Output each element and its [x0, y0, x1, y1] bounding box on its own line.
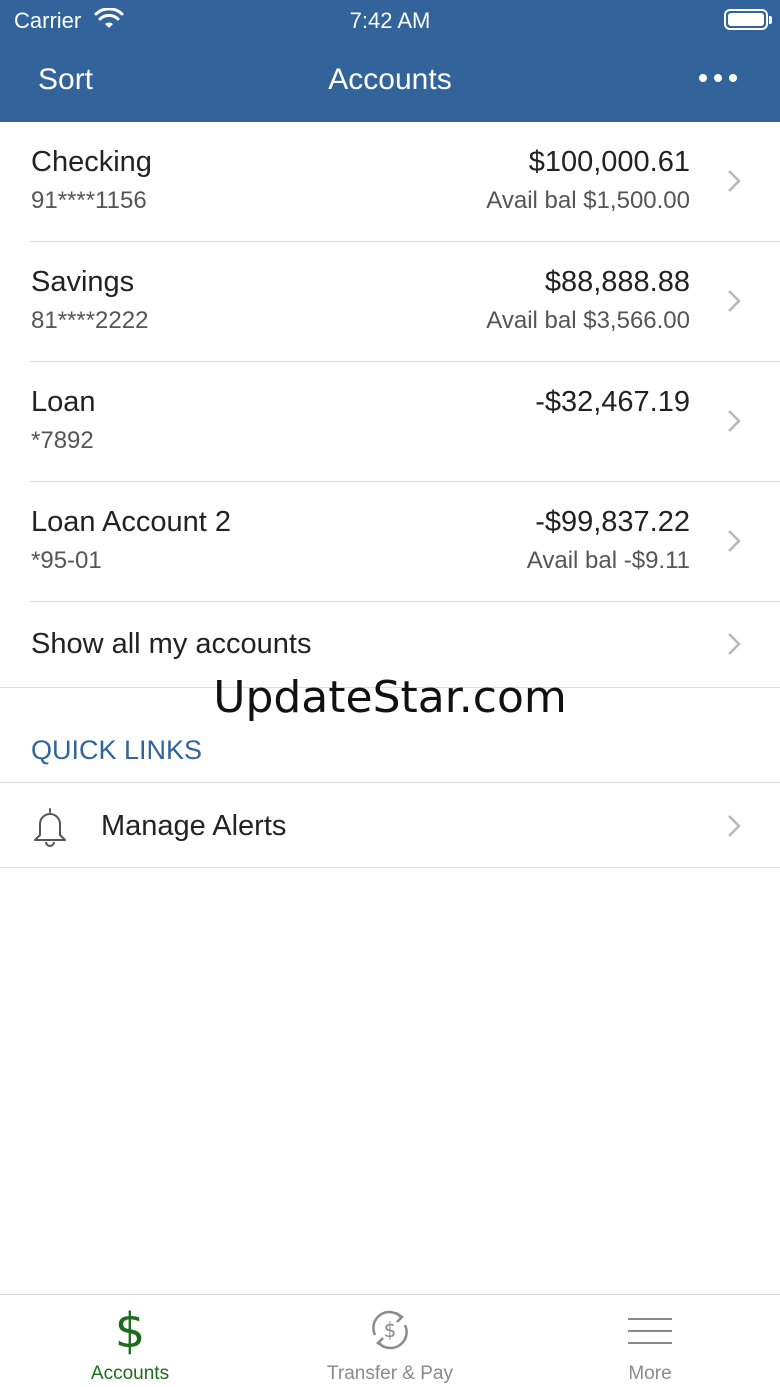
- chevron-right-icon: [726, 814, 742, 838]
- account-name: Loan: [31, 386, 96, 418]
- account-row-loan-account-2[interactable]: Loan Account 2 *95-01 -$99,837.22 Avail …: [0, 482, 780, 602]
- status-time: 7:42 AM: [349, 8, 431, 33]
- account-number: *7892: [31, 427, 94, 454]
- svg-text:$: $: [115, 1305, 146, 1355]
- chevron-right-icon: [726, 409, 742, 433]
- hamburger-icon: [625, 1305, 675, 1355]
- bell-icon: [28, 805, 72, 849]
- account-available-balance: Avail bal $1,500.00: [486, 187, 690, 214]
- chevron-right-icon: [726, 289, 742, 313]
- status-bar: Carrier 7:42 AM: [0, 0, 780, 40]
- account-number: 91****1156: [31, 187, 147, 214]
- tab-more[interactable]: More: [520, 1295, 780, 1387]
- app-header: Carrier 7:42 AM Sort Accounts: [0, 0, 780, 122]
- account-balance: -$99,837.22: [535, 506, 690, 538]
- account-row-loan[interactable]: Loan *7892 -$32,467.19: [0, 362, 780, 482]
- account-available-balance: Avail bal $3,566.00: [486, 307, 690, 334]
- account-balance: $100,000.61: [528, 146, 690, 178]
- account-balance: $88,888.88: [544, 266, 690, 298]
- account-row-checking[interactable]: Checking 91****1156 $100,000.61 Avail ba…: [0, 122, 780, 242]
- account-number: 81****2222: [31, 307, 149, 334]
- account-available-balance: Avail bal -$9.11: [526, 547, 690, 574]
- tab-bar: $ Accounts $ Transfer & Pay More: [0, 1294, 780, 1387]
- tab-transfer-pay[interactable]: $ Transfer & Pay: [260, 1295, 520, 1387]
- chevron-right-icon: [726, 169, 742, 193]
- quick-link-manage-alerts[interactable]: Manage Alerts: [0, 782, 780, 868]
- account-name: Checking: [31, 146, 152, 178]
- quick-link-label: Manage Alerts: [101, 810, 287, 842]
- dollar-icon: $: [105, 1303, 155, 1359]
- chevron-right-icon: [726, 632, 742, 656]
- tab-label: More: [628, 1363, 672, 1384]
- battery-icon: [724, 9, 772, 30]
- tab-accounts[interactable]: $ Accounts: [0, 1295, 260, 1387]
- svg-text:$: $: [384, 1318, 397, 1342]
- show-all-accounts-label: Show all my accounts: [31, 628, 312, 660]
- more-dots-icon[interactable]: [698, 68, 738, 88]
- quick-links-header: QUICK LINKS: [31, 735, 203, 765]
- watermark-text: UpdateStar.com: [213, 672, 567, 723]
- account-row-savings[interactable]: Savings 81****2222 $88,888.88 Avail bal …: [0, 242, 780, 362]
- tab-label: Accounts: [90, 1363, 170, 1384]
- account-name: Savings: [31, 266, 135, 298]
- account-balance: -$32,467.19: [535, 386, 690, 418]
- page-title: Accounts: [328, 63, 452, 96]
- account-number: *95-01: [31, 547, 102, 574]
- account-name: Loan Account 2: [31, 506, 231, 538]
- chevron-right-icon: [726, 529, 742, 553]
- tab-label: Transfer & Pay: [326, 1363, 453, 1384]
- transfer-dollar-icon: $: [365, 1305, 415, 1355]
